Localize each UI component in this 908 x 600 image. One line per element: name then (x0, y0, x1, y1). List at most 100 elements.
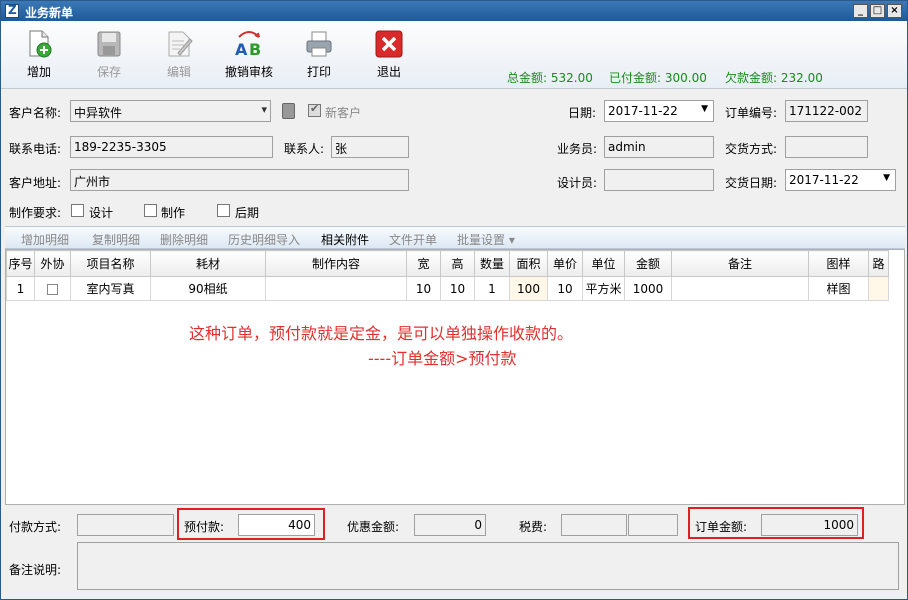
add-button[interactable]: 增加 (9, 27, 69, 83)
delivery-method-field[interactable] (785, 136, 868, 158)
app-logo-icon (5, 3, 19, 18)
cell-remark[interactable] (671, 276, 809, 301)
cell-width[interactable]: 10 (406, 276, 441, 301)
new-customer-checkbox[interactable] (308, 102, 321, 117)
req-post-label: 后期 (235, 206, 260, 220)
customer-select[interactable]: 中异软件 (70, 100, 271, 122)
import-history-button[interactable]: 历史明细导入 (228, 231, 300, 248)
print-label: 打印 (306, 65, 331, 79)
col-header[interactable]: 制作内容 (265, 250, 407, 277)
delete-detail-button[interactable]: 删除明细 (160, 231, 208, 248)
col-header[interactable]: 序号 (6, 250, 35, 277)
col-header[interactable]: 外协 (34, 250, 71, 277)
paid-amount: 已付金额: 300.00 (609, 71, 707, 85)
cell-content[interactable] (265, 276, 407, 301)
requirement-label: 制作要求: (9, 206, 62, 220)
table-header-row: 序号 外协 项目名称 耗材 制作内容 宽 高 数量 面积 单价 单位 金额 备注… (6, 250, 889, 277)
req-make-label: 制作 (161, 206, 186, 220)
discount-field[interactable]: 0 (414, 514, 486, 536)
table-row[interactable]: 1 室内写真 90相纸 10 10 1 100 10 平方米 1000 样图 (6, 276, 889, 301)
col-header[interactable]: 项目名称 (70, 250, 151, 277)
maximize-button[interactable]: □ (870, 4, 885, 18)
add-label: 增加 (26, 65, 51, 79)
minimize-button[interactable]: _ (853, 4, 868, 18)
cell-route[interactable] (868, 276, 889, 301)
save-label: 保存 (96, 65, 121, 79)
date-label: 日期: (568, 106, 597, 120)
col-header[interactable]: 路 (868, 250, 889, 277)
outsource-checkbox[interactable] (47, 283, 58, 295)
order-window: 业务新单 _ □ × 增加 (0, 0, 908, 600)
contact-field[interactable]: 张 (331, 136, 409, 158)
delivery-date-picker[interactable]: 2017-11-22 (785, 169, 896, 191)
req-make-checkbox[interactable] (144, 204, 157, 217)
tax-amount-field[interactable] (628, 514, 678, 536)
cell-unit[interactable]: 平方米 (582, 276, 625, 301)
close-window-button[interactable]: × (887, 4, 902, 18)
req-design-checkbox[interactable] (71, 204, 84, 217)
attachments-button[interactable]: 相关附件 (321, 231, 369, 248)
window-title: 业务新单 (25, 6, 74, 20)
discount-label: 优惠金额: (347, 520, 400, 534)
save-button[interactable]: 保存 (79, 27, 139, 83)
contact-label: 联系人: (284, 142, 325, 156)
col-header[interactable]: 耗材 (150, 250, 266, 277)
annotation-line-1: 这种订单，预付款就是定金，是可以单独操作收款的。 (189, 324, 574, 343)
total-amount: 总金额: 532.00 (507, 71, 593, 85)
order-no-field[interactable]: 171122-002 (785, 100, 868, 122)
col-header[interactable]: 数量 (474, 250, 510, 277)
remark-textarea[interactable] (77, 542, 899, 590)
prepay-label: 预付款: (184, 520, 225, 534)
designer-label: 设计员: (557, 176, 598, 190)
cell-material[interactable]: 90相纸 (150, 276, 266, 301)
copy-detail-button[interactable]: 复制明细 (92, 231, 140, 248)
cell-quantity[interactable]: 1 (474, 276, 510, 301)
cell-unit-price[interactable]: 10 (547, 276, 583, 301)
print-button[interactable]: 打印 (289, 27, 349, 83)
col-header[interactable]: 单价 (547, 250, 583, 277)
delivery-method-label: 交货方式: (725, 142, 778, 156)
phone-field[interactable]: 189-2235-3305 (70, 136, 273, 158)
edit-button[interactable]: 编辑 (149, 27, 209, 83)
order-amount-field[interactable]: 1000 (761, 514, 858, 536)
prepay-field[interactable]: 400 (238, 514, 315, 536)
batch-settings-button[interactable]: 批量设置 ▾ (457, 231, 515, 248)
unreview-button[interactable]: A B 撤销审核 (219, 27, 279, 83)
req-post-checkbox[interactable] (217, 204, 230, 217)
salesman-field[interactable]: admin (604, 136, 714, 158)
address-field[interactable]: 广州市 (70, 169, 409, 191)
customer-label: 客户名称: (9, 106, 62, 120)
cell-area[interactable]: 100 (509, 276, 548, 301)
payment-method-field[interactable] (77, 514, 174, 536)
col-header[interactable]: 面积 (509, 250, 548, 277)
cell-item-name[interactable]: 室内写真 (70, 276, 151, 301)
customer-lookup-icon[interactable] (282, 103, 295, 119)
ab-spellcheck-icon: A B (234, 29, 264, 59)
svg-text:A: A (235, 40, 248, 59)
cell-outsource[interactable] (34, 276, 71, 301)
exit-button[interactable]: 退出 (359, 27, 419, 83)
col-header[interactable]: 图样 (808, 250, 869, 277)
order-amount-label: 订单金额: (695, 520, 748, 534)
order-no-label: 订单编号: (725, 106, 778, 120)
detail-table: 序号 外协 项目名称 耗材 制作内容 宽 高 数量 面积 单价 单位 金额 备注… (6, 250, 889, 301)
remark-label: 备注说明: (9, 563, 62, 577)
col-header[interactable]: 单位 (582, 250, 625, 277)
col-header[interactable]: 备注 (671, 250, 809, 277)
col-header[interactable]: 金额 (624, 250, 672, 277)
add-detail-button[interactable]: 增加明细 (21, 231, 69, 248)
cell-amount[interactable]: 1000 (624, 276, 672, 301)
phone-label: 联系电话: (9, 142, 62, 156)
req-design-label: 设计 (89, 206, 114, 220)
tax-rate-field[interactable] (561, 514, 627, 536)
file-order-button[interactable]: 文件开单 (389, 231, 437, 248)
cell-seq[interactable]: 1 (6, 276, 35, 301)
title-bar: 业务新单 _ □ × (1, 1, 907, 21)
cell-sample[interactable]: 样图 (808, 276, 869, 301)
salesman-label: 业务员: (557, 142, 598, 156)
col-header[interactable]: 宽 (406, 250, 441, 277)
cell-height[interactable]: 10 (440, 276, 475, 301)
col-header[interactable]: 高 (440, 250, 475, 277)
designer-field[interactable] (604, 169, 714, 191)
date-picker[interactable]: 2017-11-22 (604, 100, 714, 122)
